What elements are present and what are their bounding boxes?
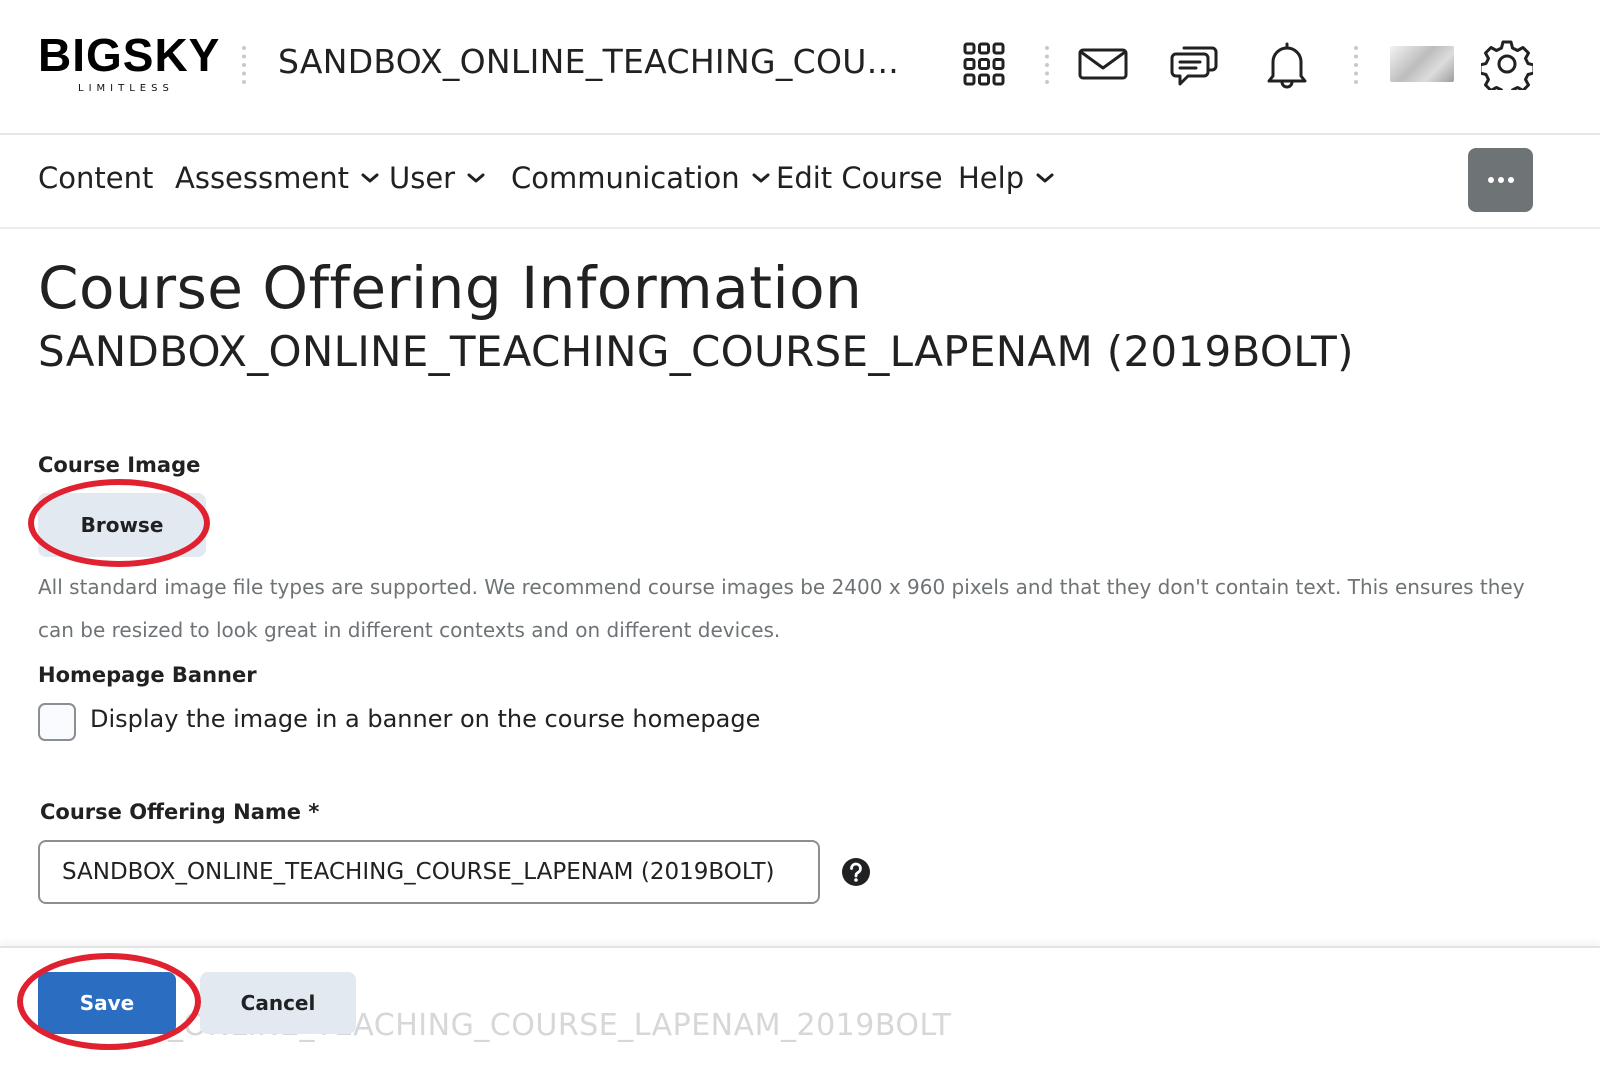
nav-item-edit-course[interactable]: Edit Course <box>776 161 943 195</box>
nav-item-label: Communication <box>511 161 740 195</box>
image-help-text: All standard image file types are suppor… <box>38 575 1525 642</box>
nav-item-label: Edit Course <box>776 161 943 195</box>
chevron-down-icon <box>752 172 770 184</box>
more-dots-icon <box>1487 177 1514 183</box>
chevron-down-icon <box>361 172 379 184</box>
mail-icon[interactable] <box>1077 38 1129 90</box>
header-divider <box>1045 46 1053 84</box>
banner-checkbox-label[interactable]: Display the image in a banner on the cou… <box>90 705 760 733</box>
offering-name-label: Course Offering Name * <box>40 800 320 824</box>
nav-item-label: Content <box>38 161 154 195</box>
chat-icon[interactable] <box>1168 38 1220 90</box>
logo-text: BigSky <box>38 29 221 81</box>
nav-item-label: User <box>389 161 456 195</box>
page-subtitle: SANDBOX_ONLINE_TEACHING_COURSE_LAPENAM (… <box>38 327 1354 376</box>
gear-icon[interactable] <box>1481 38 1533 90</box>
apps-grid-icon[interactable] <box>958 38 1010 90</box>
homepage-banner-label: Homepage Banner <box>38 663 257 687</box>
course-title[interactable]: SANDBOX_ONLINE_TEACHING_COU... <box>278 42 899 81</box>
nav-item-label: Assessment <box>175 161 349 195</box>
bell-icon[interactable] <box>1261 38 1313 90</box>
logo-subtext: Limitless <box>78 83 174 94</box>
bigsky-logo[interactable]: BigSky Limitless <box>38 29 221 96</box>
header-divider <box>1354 46 1362 84</box>
more-options-button[interactable] <box>1468 148 1533 212</box>
nav-item-communication[interactable]: Communication <box>511 161 770 195</box>
cancel-button[interactable]: Cancel <box>200 972 356 1034</box>
top-header: BigSky Limitless SANDBOX_ONLINE_TEACHING… <box>0 0 1600 135</box>
banner-checkbox[interactable] <box>38 703 76 741</box>
header-divider <box>242 46 250 84</box>
offering-name-input[interactable] <box>38 840 820 904</box>
nav-item-content[interactable]: Content <box>38 161 153 195</box>
chevron-down-icon <box>1036 172 1054 184</box>
nav-item-help[interactable]: Help <box>958 161 1054 195</box>
nav-item-label: Help <box>958 161 1025 195</box>
course-image-label: Course Image <box>38 453 201 477</box>
chevron-down-icon <box>467 172 485 184</box>
avatar[interactable] <box>1390 46 1454 82</box>
save-button[interactable]: Save <box>38 972 176 1034</box>
nav-item-user[interactable]: User <box>389 161 485 195</box>
browse-button[interactable]: Browse <box>38 493 206 557</box>
page-title: Course Offering Information <box>38 254 863 322</box>
nav-item-assessment[interactable]: Assessment <box>175 161 379 195</box>
help-icon[interactable] <box>841 857 871 887</box>
course-navbar: Content Assessment User Communication Ed… <box>0 135 1600 229</box>
